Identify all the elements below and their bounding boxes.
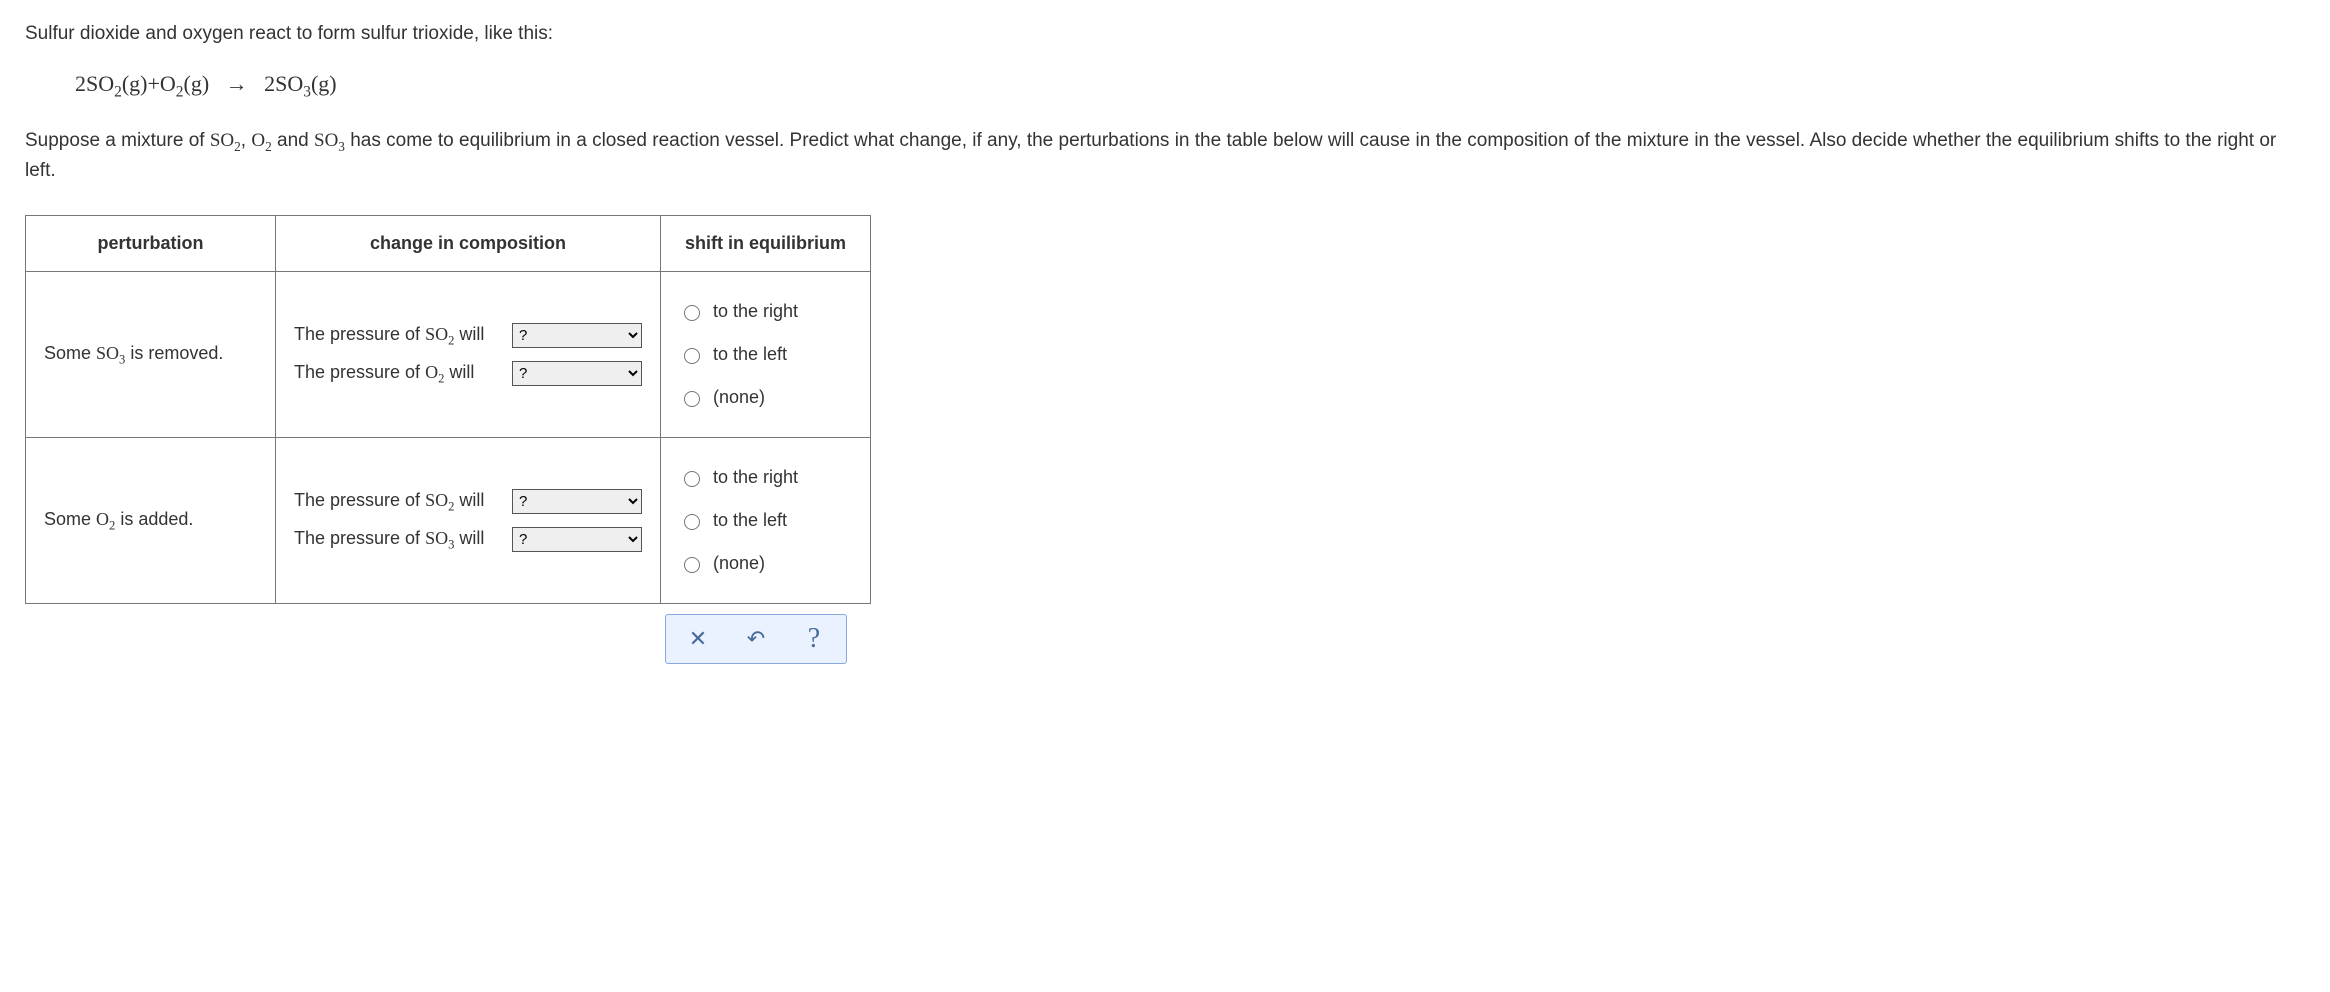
shift-right-label: to the right xyxy=(713,298,798,325)
pressure-so2-select-row1[interactable]: ? xyxy=(512,323,642,348)
change-cell: The pressure of SO2 will ? The pressure … xyxy=(276,272,661,438)
header-perturbation: perturbation xyxy=(26,216,276,272)
perturbation-table: perturbation change in composition shift… xyxy=(25,215,871,604)
shift-none-label: (none) xyxy=(713,550,765,577)
action-button-bar: ✕ ↶ ? xyxy=(665,614,847,664)
perturbation-cell: Some SO3 is removed. xyxy=(26,272,276,438)
shift-left-label: to the left xyxy=(713,341,787,368)
header-shift: shift in equilibrium xyxy=(661,216,871,272)
close-button[interactable]: ✕ xyxy=(669,618,727,660)
change-label: The pressure of SO2 will xyxy=(294,487,500,516)
shift-right-label: to the right xyxy=(713,464,798,491)
pressure-so2-select-row2[interactable]: ? xyxy=(512,489,642,514)
help-button[interactable]: ? xyxy=(785,618,843,660)
shift-right-radio-row1[interactable] xyxy=(684,305,700,321)
undo-button[interactable]: ↶ xyxy=(727,618,785,660)
help-icon: ? xyxy=(808,623,820,655)
change-label: The pressure of O2 will xyxy=(294,359,500,388)
table-row: Some O2 is added. The pressure of SO2 wi… xyxy=(26,438,871,604)
header-change: change in composition xyxy=(276,216,661,272)
reaction-equation: 2SO2(g)+O2(g) → 2SO3(g) xyxy=(75,67,2305,104)
intro-line-1: Sulfur dioxide and oxygen react to form … xyxy=(25,20,2305,49)
undo-icon: ↶ xyxy=(747,626,765,652)
shift-none-radio-row1[interactable] xyxy=(684,391,700,407)
shift-left-radio-row1[interactable] xyxy=(684,348,700,364)
shift-none-radio-row2[interactable] xyxy=(684,557,700,573)
shift-cell: to the right to the left (none) xyxy=(661,438,871,604)
pressure-o2-select-row1[interactable]: ? xyxy=(512,361,642,386)
change-label: The pressure of SO2 will xyxy=(294,321,500,350)
change-cell: The pressure of SO2 will ? The pressure … xyxy=(276,438,661,604)
perturbation-cell: Some O2 is added. xyxy=(26,438,276,604)
shift-none-label: (none) xyxy=(713,384,765,411)
close-icon: ✕ xyxy=(689,626,707,652)
table-row: Some SO3 is removed. The pressure of SO2… xyxy=(26,272,871,438)
instruction-paragraph: Suppose a mixture of SO2, O2 and SO3 has… xyxy=(25,127,2305,185)
shift-cell: to the right to the left (none) xyxy=(661,272,871,438)
pressure-so3-select-row2[interactable]: ? xyxy=(512,527,642,552)
shift-right-radio-row2[interactable] xyxy=(684,471,700,487)
shift-left-label: to the left xyxy=(713,507,787,534)
change-label: The pressure of SO3 will xyxy=(294,525,500,554)
shift-left-radio-row2[interactable] xyxy=(684,514,700,530)
